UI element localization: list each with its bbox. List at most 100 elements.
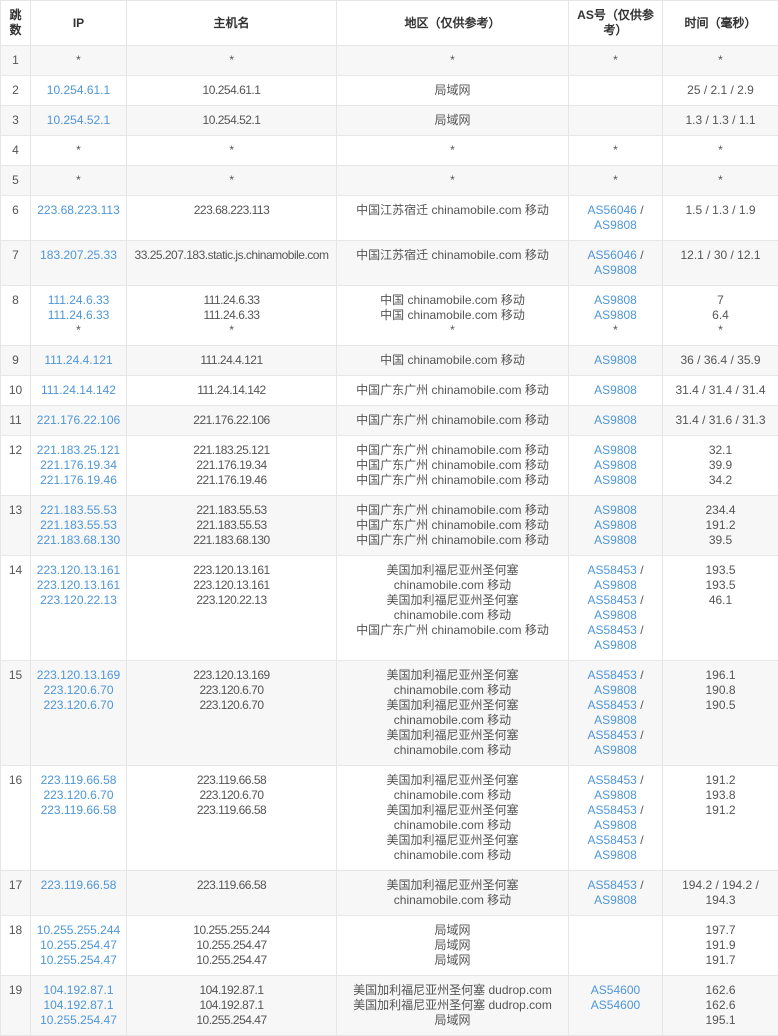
ip-link[interactable]: 223.119.66.58 <box>41 803 117 817</box>
ip-link[interactable]: 221.183.68.130 <box>37 533 120 547</box>
ip-line: 221.176.22.106 <box>36 413 121 428</box>
asn-link[interactable]: AS9808 <box>594 818 637 832</box>
asn-link[interactable]: AS9808 <box>594 608 637 622</box>
asn-link[interactable]: AS9808 <box>594 263 637 277</box>
ip-link[interactable]: 223.120.6.70 <box>43 683 113 697</box>
asn-link[interactable]: AS58453 <box>587 593 636 607</box>
ip-link[interactable]: 223.120.6.70 <box>43 788 113 802</box>
asn-link[interactable]: AS9808 <box>594 533 637 547</box>
ip-link[interactable]: 223.120.6.70 <box>43 698 113 712</box>
table-row: 2 10.254.61.1 10.254.61.1 局域网 25 / 2.1 /… <box>1 76 778 106</box>
ip-link[interactable]: 10.254.52.1 <box>47 113 110 127</box>
time-line: 39.5 <box>668 533 773 548</box>
ip-cell: 183.207.25.33 <box>31 241 127 286</box>
asn-link[interactable]: AS54600 <box>591 983 640 997</box>
ip-link[interactable]: 223.120.13.169 <box>37 668 120 682</box>
asn-line: AS9808 <box>574 443 657 458</box>
asn-link[interactable]: AS9808 <box>594 713 637 727</box>
asn-link[interactable]: AS56046 <box>587 203 636 217</box>
ip-link[interactable]: 104.192.87.1 <box>43 998 113 1012</box>
asn-link[interactable]: AS9808 <box>594 293 637 307</box>
asn-link[interactable]: AS58453 <box>587 623 636 637</box>
asn-link[interactable]: AS9808 <box>594 848 637 862</box>
asn-link[interactable]: AS9808 <box>594 638 637 652</box>
ip-link[interactable]: 221.176.19.46 <box>40 473 117 487</box>
region-line: * <box>342 323 563 338</box>
asn-link[interactable]: AS9808 <box>594 578 637 592</box>
asn-link[interactable]: AS9808 <box>594 893 637 907</box>
ip-link[interactable]: 223.120.13.161 <box>37 578 120 592</box>
time-line: * <box>668 53 773 68</box>
table-row: 4 * * * * * <box>1 136 778 166</box>
ip-link[interactable]: 223.68.223.113 <box>37 203 120 217</box>
ip-link[interactable]: 111.24.4.121 <box>44 353 112 367</box>
asn-link[interactable]: AS9808 <box>594 503 637 517</box>
ip-link[interactable]: 111.24.6.33 <box>48 308 110 322</box>
asn-link[interactable]: AS9808 <box>594 383 637 397</box>
column-header-asn: AS号（仅供参考） <box>569 1 663 46</box>
ip-line: 111.24.4.121 <box>36 353 121 368</box>
ip-link[interactable]: 10.255.255.244 <box>37 923 120 937</box>
column-header-time: 时间（毫秒） <box>663 1 778 46</box>
time-line: 195.1 <box>668 1013 773 1028</box>
column-header-hop: 跳数 <box>1 1 31 46</box>
asn-line: AS9808 <box>574 353 657 368</box>
time-line: 162.6 <box>668 998 773 1013</box>
ip-link[interactable]: 10.255.254.47 <box>40 953 117 967</box>
asn-link[interactable]: AS58453 <box>587 878 636 892</box>
asn-link[interactable]: AS58453 <box>587 773 636 787</box>
ip-link[interactable]: 111.24.6.33 <box>48 293 110 307</box>
region-cell: 美国加利福尼亚州圣何塞 chinamobile.com 移动美国加利福尼亚州圣何… <box>337 661 569 766</box>
ip-link[interactable]: 111.24.14.142 <box>41 383 116 397</box>
ip-link[interactable]: 104.192.87.1 <box>43 983 113 997</box>
ip-link[interactable]: 10.255.254.47 <box>40 938 117 952</box>
ip-link[interactable]: 221.183.55.53 <box>40 518 117 532</box>
host-line: 221.183.55.53 <box>132 503 331 518</box>
asn-link[interactable]: AS54600 <box>591 998 640 1012</box>
asn-link[interactable]: AS9808 <box>594 353 637 367</box>
asn-link[interactable]: AS58453 <box>587 698 636 712</box>
ip-link[interactable]: 10.255.254.47 <box>40 1013 117 1027</box>
asn-link[interactable]: AS58453 <box>587 563 636 577</box>
asn-link[interactable]: AS9808 <box>594 788 637 802</box>
ip-link[interactable]: 223.120.22.13 <box>40 593 117 607</box>
ip-link[interactable]: 10.254.61.1 <box>47 83 110 97</box>
asn-link[interactable]: AS9808 <box>594 683 637 697</box>
asn-link[interactable]: AS56046 <box>587 248 636 262</box>
ip-link[interactable]: 221.183.55.53 <box>40 503 117 517</box>
ip-link[interactable]: 221.176.22.106 <box>37 413 120 427</box>
region-line: 中国 chinamobile.com 移动 <box>342 293 563 308</box>
region-cell: 局域网局域网局域网 <box>337 916 569 976</box>
asn-link[interactable]: AS58453 <box>587 803 636 817</box>
ip-link[interactable]: 223.120.13.161 <box>37 563 120 577</box>
asn-link[interactable]: AS9808 <box>594 518 637 532</box>
ip-link[interactable]: 183.207.25.33 <box>40 248 117 262</box>
asn-line: AS58453 / AS9808 <box>574 668 657 698</box>
time-line: 191.2 <box>668 518 773 533</box>
ip-line: * <box>36 143 121 158</box>
asn-link[interactable]: AS9808 <box>594 413 637 427</box>
time-cell: 25 / 2.1 / 2.9 <box>663 76 778 106</box>
asn-link[interactable]: AS58453 <box>587 728 636 742</box>
asn-link[interactable]: AS58453 <box>587 668 636 682</box>
asn-cell: AS58453 / AS9808AS58453 / AS9808AS58453 … <box>569 661 663 766</box>
asn-link[interactable]: AS9808 <box>594 473 637 487</box>
asn-link[interactable]: AS9808 <box>594 218 637 232</box>
time-line: 194.2 / 194.2 / 194.3 <box>668 878 773 908</box>
asn-link[interactable]: AS9808 <box>594 308 637 322</box>
asn-link[interactable]: AS9808 <box>594 743 637 757</box>
asn-link[interactable]: AS9808 <box>594 443 637 457</box>
region-line: 中国江苏宿迁 chinamobile.com 移动 <box>342 203 563 218</box>
asn-link[interactable]: AS9808 <box>594 458 637 472</box>
asn-link[interactable]: AS58453 <box>587 833 636 847</box>
ip-link[interactable]: 221.176.19.34 <box>40 458 117 472</box>
ip-line: 223.119.66.58 <box>36 878 121 893</box>
time-line: 46.1 <box>668 593 773 608</box>
ip-link[interactable]: 221.183.25.121 <box>37 443 120 457</box>
time-line: 31.4 / 31.4 / 31.4 <box>668 383 773 398</box>
ip-link[interactable]: 223.119.66.58 <box>41 773 117 787</box>
region-cell: * <box>337 166 569 196</box>
asn-line: AS58453 / AS9808 <box>574 878 657 908</box>
ip-link[interactable]: 223.119.66.58 <box>41 878 117 892</box>
host-line: 111.24.6.33 <box>132 308 331 323</box>
